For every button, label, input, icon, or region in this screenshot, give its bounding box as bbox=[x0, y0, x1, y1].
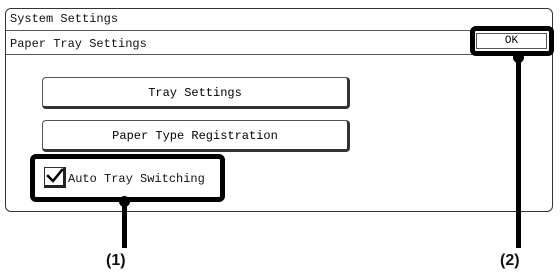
callout-2-dot bbox=[513, 52, 524, 63]
ok-button[interactable]: OK bbox=[476, 33, 547, 49]
callout-2-line bbox=[516, 56, 521, 248]
auto-tray-switching-checkbox[interactable] bbox=[44, 167, 66, 188]
callout-1-line bbox=[122, 200, 127, 248]
callout-1-label: (1) bbox=[106, 252, 126, 269]
check-icon bbox=[46, 168, 64, 183]
callout-1-dot bbox=[119, 196, 130, 207]
window-title: System Settings bbox=[10, 12, 119, 26]
paper-type-registration-button[interactable]: Paper Type Registration bbox=[42, 120, 350, 152]
callout-2-label: (2) bbox=[500, 252, 520, 269]
page-title: Paper Tray Settings bbox=[10, 37, 147, 51]
auto-tray-switching-label: Auto Tray Switching bbox=[68, 172, 205, 186]
tray-settings-button[interactable]: Tray Settings bbox=[42, 77, 350, 109]
